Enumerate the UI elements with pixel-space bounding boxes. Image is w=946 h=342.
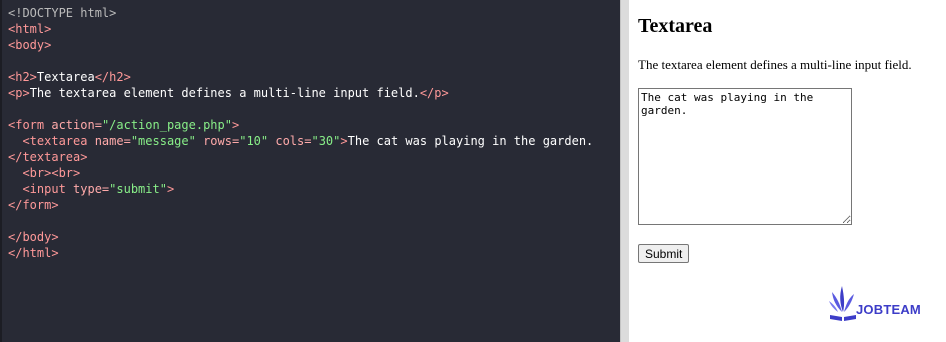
code-token: "submit" xyxy=(109,182,167,196)
code-token: "10" xyxy=(239,134,269,148)
code-line[interactable]: <h2>Textarea</h2> xyxy=(8,69,593,85)
code-token: </form> xyxy=(8,198,59,212)
code-token: "30" xyxy=(311,134,341,148)
code-token: </p> xyxy=(419,86,449,100)
code-token: <h2> xyxy=(8,70,37,84)
code-line[interactable]: <textarea name="message" rows="10" cols=… xyxy=(8,133,593,149)
code-token: </h2> xyxy=(94,70,131,84)
code-token: cols= xyxy=(268,134,312,148)
code-line[interactable] xyxy=(8,53,593,69)
code-token: <body> xyxy=(8,38,52,52)
code-token: <!DOCTYPE html> xyxy=(8,6,117,20)
code-token: <form xyxy=(8,118,52,132)
submit-button[interactable]: Submit xyxy=(638,244,690,263)
preview-heading: Textarea xyxy=(638,15,713,37)
message-textarea[interactable]: The cat was playing in the garden. xyxy=(638,88,852,225)
result-preview: Textarea The textarea element defines a … xyxy=(629,0,946,342)
code-token: The textarea element defines a multi-lin… xyxy=(29,86,420,100)
code-token: </html> xyxy=(8,246,59,260)
code-token: <html> xyxy=(8,22,52,36)
code-token: "/action_page.php" xyxy=(101,118,232,132)
preview-paragraph: The textarea element defines a multi-lin… xyxy=(638,57,912,72)
code-editor[interactable]: <!DOCTYPE html> <html> <body> <h2>Textarea<… xyxy=(0,0,620,342)
code-line[interactable]: <input type="submit"> xyxy=(8,181,593,197)
code-line[interactable]: </form> xyxy=(8,197,593,213)
logo-text: JOBTEAM xyxy=(856,302,921,317)
code-token: <input xyxy=(8,182,74,196)
code-line[interactable]: </body> xyxy=(8,229,593,245)
code-token: <p> xyxy=(8,86,30,100)
code-token: > xyxy=(340,134,348,148)
code-token: name= xyxy=(94,134,131,148)
code-token: </textarea> xyxy=(8,150,88,164)
code-line[interactable]: <form action="/action_page.php"> xyxy=(8,117,593,133)
code-line[interactable]: <body> xyxy=(8,37,593,53)
pane-divider[interactable] xyxy=(620,0,629,342)
code-line[interactable] xyxy=(8,213,593,229)
code-token: > xyxy=(166,182,175,196)
code-block[interactable]: <!DOCTYPE html> <html> <body> <h2>Textarea<… xyxy=(8,5,593,261)
code-line[interactable]: <br><br> xyxy=(8,165,593,181)
code-line[interactable]: <p>The textarea element defines a multi-… xyxy=(8,85,593,101)
code-token: action= xyxy=(51,118,102,132)
jobteam-logo: JOBTEAM xyxy=(828,284,928,324)
code-token: </body> xyxy=(8,230,59,244)
code-token: Textarea xyxy=(36,70,95,84)
code-token: type= xyxy=(73,182,110,196)
code-token: rows= xyxy=(195,134,240,148)
code-token: <br><br> xyxy=(8,166,81,180)
code-line[interactable]: <html> xyxy=(8,21,593,37)
code-token: > xyxy=(231,118,240,132)
code-line[interactable]: </textarea> xyxy=(8,149,593,165)
code-token: <textarea xyxy=(8,134,95,148)
code-line[interactable]: <!DOCTYPE html> xyxy=(8,5,593,21)
code-token: The cat was playing in the garden. xyxy=(347,134,594,148)
book-leaves-icon xyxy=(829,286,856,321)
code-line[interactable] xyxy=(8,101,593,117)
code-line[interactable]: </html> xyxy=(8,245,593,261)
code-token: "message" xyxy=(130,134,196,148)
